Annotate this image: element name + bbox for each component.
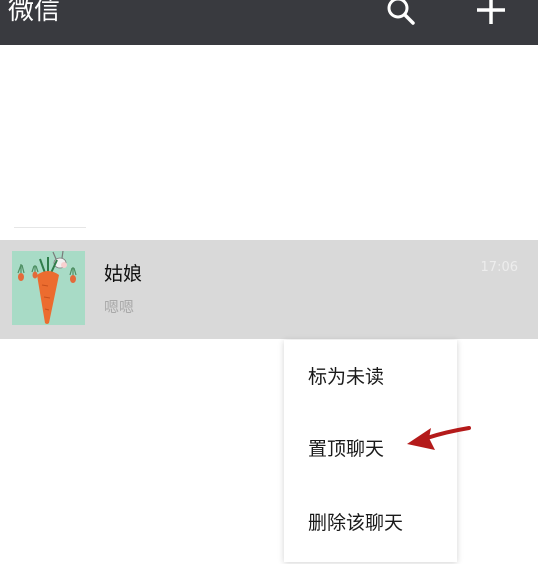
menu-item-mark-unread[interactable]: 标为未读 xyxy=(308,364,384,390)
last-message-preview: 嗯嗯 xyxy=(104,298,135,316)
list-divider xyxy=(14,227,86,228)
chat-list-item[interactable]: 姑娘 嗯嗯 17:06 xyxy=(0,240,538,339)
menu-item-delete-chat[interactable]: 删除该聊天 xyxy=(308,510,403,536)
top-bar: 微信 xyxy=(0,0,538,45)
menu-item-pin-chat[interactable]: 置顶聊天 xyxy=(308,436,384,462)
contact-name: 姑娘 xyxy=(104,263,143,285)
plus-icon[interactable] xyxy=(474,0,508,28)
red-arrow-icon xyxy=(407,426,471,450)
message-time: 17:06 xyxy=(480,260,518,275)
carrot-avatar-icon xyxy=(12,251,85,325)
app-title: 微信 xyxy=(8,0,61,26)
contact-avatar xyxy=(12,251,85,325)
search-icon[interactable] xyxy=(384,0,418,28)
